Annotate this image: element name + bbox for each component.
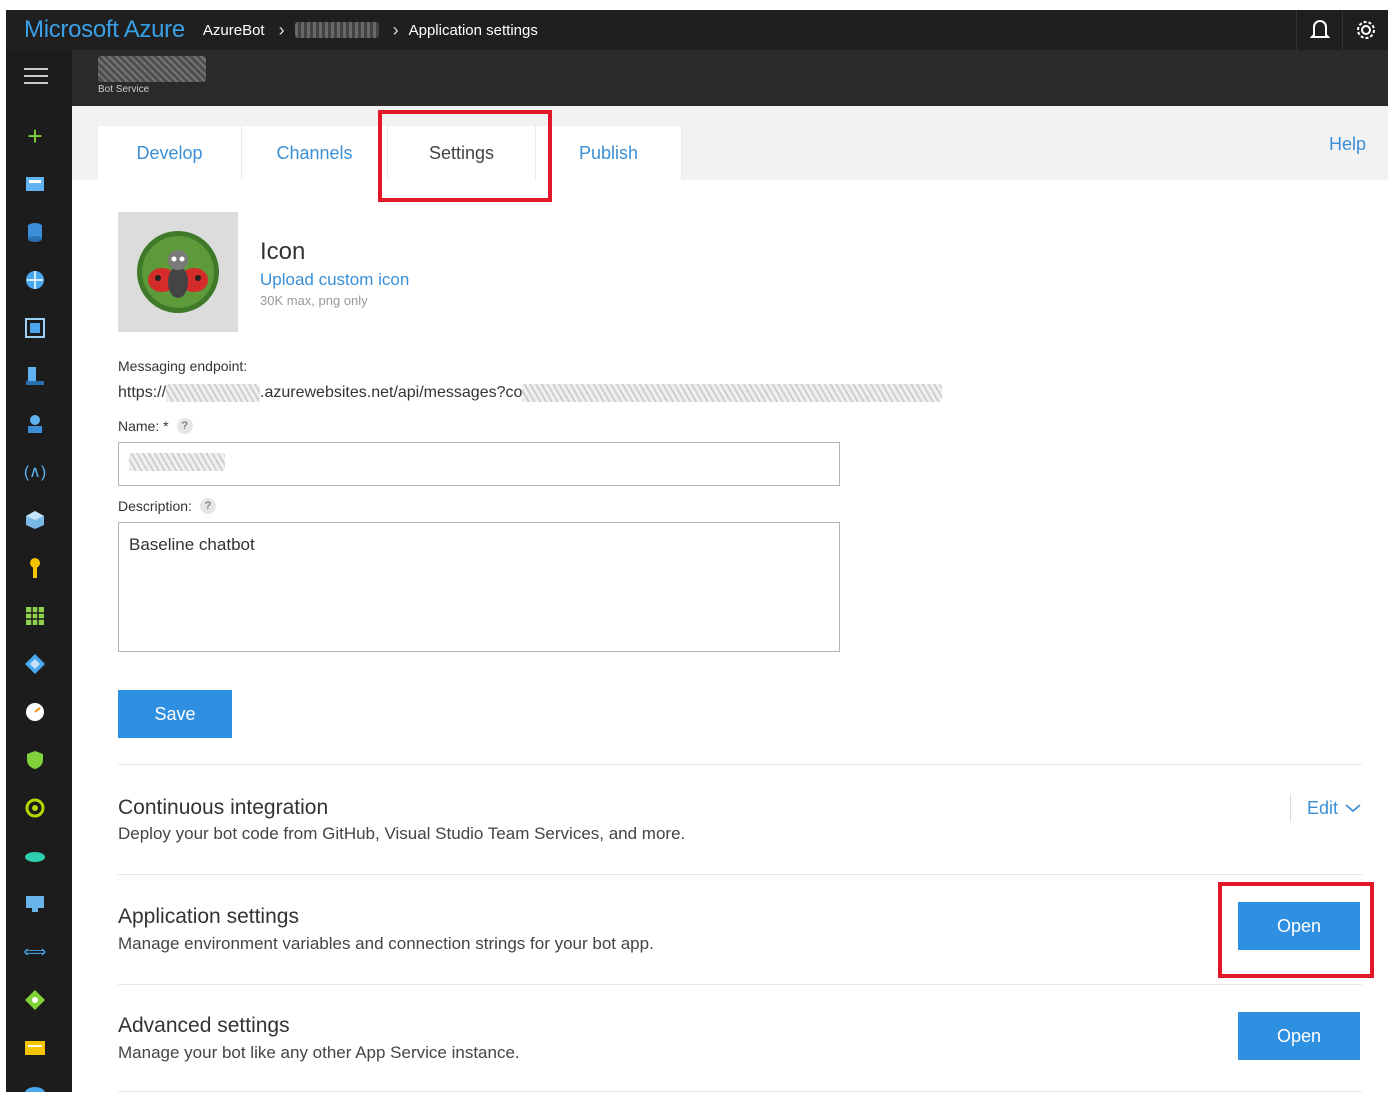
name-label-row: Name: * ?: [118, 418, 193, 434]
add-icon[interactable]: +: [23, 121, 47, 151]
messaging-endpoint-value: https:// .azurewebsites.net/api/messages…: [118, 384, 943, 402]
help-link[interactable]: Help: [1329, 134, 1366, 155]
left-sidebar: + (∧) ⟺: [6, 50, 72, 1092]
advanced-settings-title: Advanced settings: [118, 1014, 290, 1037]
monitor-icon[interactable]: (∧): [23, 460, 47, 484]
continuous-integration-desc: Deploy your bot code from GitHub, Visual…: [118, 824, 686, 843]
divider: [118, 1091, 1362, 1092]
bot-icon-preview: [118, 212, 238, 332]
hamburger-menu-icon[interactable]: [24, 68, 48, 86]
shield-icon[interactable]: [23, 748, 47, 772]
edit-label: Edit: [1307, 797, 1339, 818]
main-content: Develop Channels Settings Publish Help I…: [72, 106, 1388, 1092]
breadcrumb-item-redacted[interactable]: [294, 22, 379, 38]
help-question-icon[interactable]: ?: [176, 418, 193, 434]
chevron-right-icon: ›: [392, 19, 399, 40]
tab-develop[interactable]: Develop: [98, 126, 242, 180]
endpoint-middle: .azurewebsites.net/api/messages?co: [260, 384, 523, 401]
advanced-settings-desc: Manage your bot like any other App Servi…: [118, 1043, 520, 1062]
breadcrumb: AzureBot › › Application settings: [203, 20, 548, 41]
advanced-settings-open-button[interactable]: Open: [1238, 1012, 1360, 1060]
top-bar: Microsoft Azure AzureBot › › Application…: [6, 10, 1388, 50]
gauge-icon[interactable]: [23, 700, 47, 724]
application-settings-title: Application settings: [118, 905, 299, 928]
sql-database-icon[interactable]: [23, 220, 47, 244]
chevron-right-icon: ›: [278, 19, 285, 40]
endpoint-redacted-host: [166, 384, 261, 402]
key-icon[interactable]: [23, 556, 47, 580]
user-icon[interactable]: [23, 412, 47, 436]
continuous-integration-title: Continuous integration: [118, 796, 329, 819]
help-question-icon[interactable]: ?: [199, 498, 216, 514]
upload-hint: 30K max, png only: [260, 293, 368, 308]
icon-heading: Icon: [260, 238, 306, 265]
resource-group-icon[interactable]: [23, 316, 47, 340]
resource-name-block: Bot Service: [98, 56, 208, 100]
azure-portal-window: Microsoft Azure AzureBot › › Application…: [6, 10, 1388, 1092]
tab-strip: Develop Channels Settings Publish Help: [72, 106, 1388, 180]
dashboard-icon[interactable]: [23, 172, 47, 196]
notification-bell-icon[interactable]: [1296, 10, 1342, 50]
edit-dropdown-button[interactable]: Edit: [1290, 794, 1362, 822]
breadcrumb-item-azurebot[interactable]: AzureBot: [203, 22, 265, 39]
settings-gear-icon[interactable]: [1342, 10, 1388, 50]
open-button-highlight: [1218, 882, 1374, 978]
circle-icon[interactable]: [23, 796, 47, 820]
cube-icon[interactable]: [23, 508, 47, 532]
tab-channels[interactable]: Channels: [242, 126, 388, 180]
cloud-icon[interactable]: [23, 844, 47, 868]
globe-icon[interactable]: [23, 268, 47, 292]
name-label: Name: *: [118, 418, 169, 434]
description-textarea[interactable]: Baseline chatbot: [118, 522, 840, 652]
top-icons: [1296, 10, 1388, 50]
description-label-row: Description: ?: [118, 498, 216, 514]
resource-header: Bot Service: [6, 50, 1388, 106]
arrows-icon[interactable]: ⟺: [23, 940, 47, 964]
divider: [118, 764, 1362, 765]
description-label: Description:: [118, 498, 192, 514]
settings-tab-highlight: [378, 110, 552, 202]
divider: [118, 874, 1362, 875]
endpoint-prefix: https://: [118, 384, 167, 401]
brand-logo[interactable]: Microsoft Azure: [24, 16, 185, 44]
breadcrumb-item-application-settings: Application settings: [408, 21, 538, 39]
ladybug-bot-icon: [137, 231, 219, 313]
desktop-icon[interactable]: [23, 892, 47, 916]
card-icon[interactable]: [23, 1036, 47, 1060]
name-redacted-value: [129, 453, 225, 471]
vm-icon[interactable]: [23, 364, 47, 388]
name-input[interactable]: [118, 442, 840, 486]
messaging-endpoint-label: Messaging endpoint:: [118, 358, 248, 374]
chevron-down-icon: [1345, 804, 1361, 813]
resource-name-redacted: [98, 56, 206, 82]
divider: [118, 984, 1362, 985]
cloud-service-icon[interactable]: [23, 1080, 47, 1092]
diamond-icon[interactable]: [23, 652, 47, 676]
save-button[interactable]: Save: [118, 690, 232, 738]
endpoint-redacted-key: [522, 384, 943, 402]
tab-publish[interactable]: Publish: [536, 126, 682, 180]
application-settings-desc: Manage environment variables and connect…: [118, 934, 654, 953]
grid-icon[interactable]: [23, 604, 47, 628]
resource-type-label: Bot Service: [98, 84, 150, 95]
upload-custom-icon-link[interactable]: Upload custom icon: [260, 270, 409, 290]
network-icon[interactable]: [23, 988, 47, 1012]
